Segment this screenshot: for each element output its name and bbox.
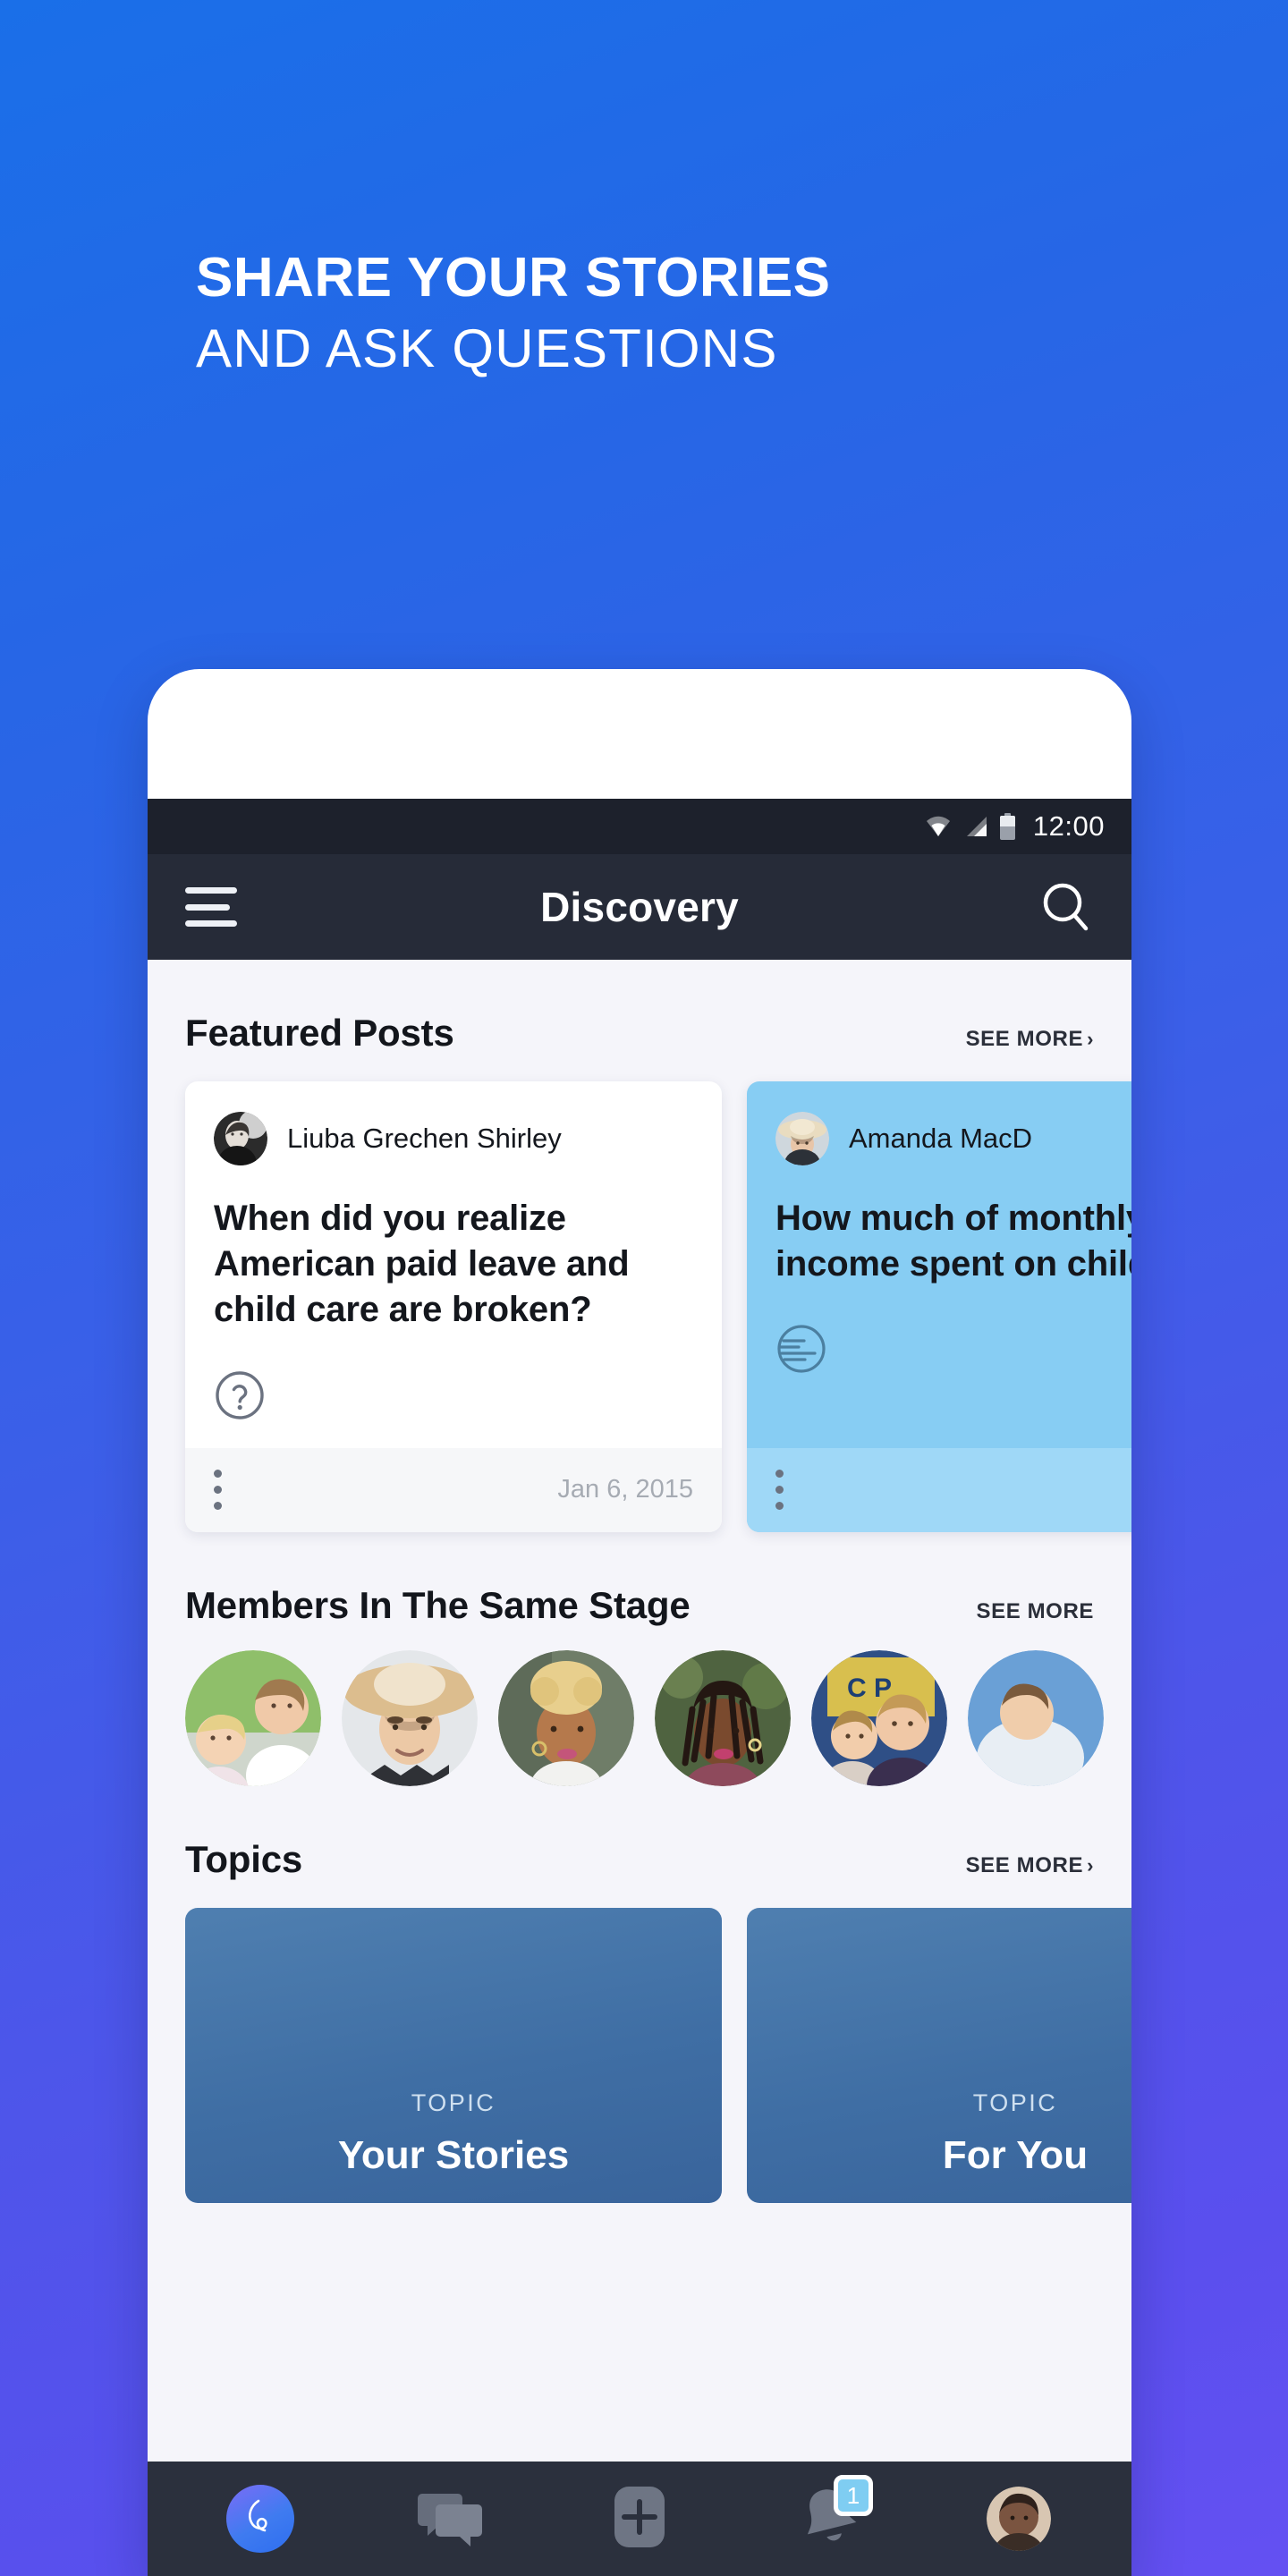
phone-mockup: 12:00 Discovery Featured Posts SEE MORE › (148, 669, 1131, 2576)
status-bar-icons (925, 813, 1015, 840)
app-logo-icon (226, 2485, 294, 2553)
see-more-topics-label: SEE MORE (965, 1852, 1084, 1877)
notification-badge: 1 (834, 2475, 873, 2516)
featured-post-body: Amanda MacD How much of monthly income s… (747, 1081, 1131, 1421)
cellular-signal-icon (963, 815, 988, 838)
avatar (214, 1112, 267, 1165)
nav-item-profile[interactable] (970, 2470, 1068, 2568)
topics-carousel[interactable]: TOPIC Your Stories TOPIC For You (148, 1881, 1131, 2203)
featured-post-footer: Jan 6, 2015 (185, 1447, 722, 1532)
see-more-members[interactable]: SEE MORE (977, 1599, 1095, 1624)
featured-post-author-name: Liuba Grechen Shirley (287, 1123, 562, 1154)
see-more-topics[interactable]: SEE MORE › (966, 1853, 1094, 1878)
see-more-featured-label: SEE MORE (965, 1027, 1084, 1051)
nav-item-home[interactable] (211, 2470, 309, 2568)
section-header-members: Members In The Same Stage SEE MORE (148, 1584, 1131, 1627)
member-avatar[interactable] (498, 1649, 634, 1786)
section-title-members: Members In The Same Stage (185, 1583, 691, 1626)
kebab-menu-icon[interactable] (775, 1470, 784, 1511)
section-header-topics: Topics SEE MORE › (148, 1838, 1131, 1881)
battery-icon (999, 813, 1015, 840)
featured-post-author-row: Liuba Grechen Shirley (214, 1112, 693, 1165)
featured-post-card[interactable]: Amanda MacD How much of monthly income s… (747, 1081, 1131, 1532)
plus-square-icon (612, 2484, 667, 2555)
bottom-navigation-bar: 1 (148, 2462, 1131, 2576)
featured-post-question: When did you realize American paid leave… (214, 1199, 630, 1330)
featured-post-question: How much of monthly income spent on chil… (775, 1199, 1131, 1284)
kebab-menu-icon[interactable] (214, 1470, 222, 1511)
topic-kicker: TOPIC (972, 2089, 1058, 2116)
chat-bubbles-icon (417, 2487, 483, 2552)
see-more-members-label: SEE MORE (976, 1598, 1094, 1623)
section-title-topics: Topics (185, 1837, 303, 1880)
featured-posts-carousel[interactable]: Liuba Grechen Shirley When did you reali… (148, 1055, 1131, 1532)
see-more-featured[interactable]: SEE MORE › (966, 1027, 1094, 1052)
member-avatar[interactable] (342, 1649, 478, 1786)
phone-screen: 12:00 Discovery Featured Posts SEE MORE › (148, 799, 1131, 2576)
topic-card[interactable]: TOPIC Your Stories (185, 1907, 722, 2203)
featured-post-body: Liuba Grechen Shirley When did you reali… (185, 1081, 722, 1421)
featured-post-footer (747, 1447, 1131, 1532)
nav-item-create[interactable] (590, 2470, 689, 2568)
promo-headline-secondary: AND ASK QUESTIONS (196, 318, 778, 378)
search-icon[interactable] (1038, 879, 1094, 935)
chevron-right-icon: › (1087, 1028, 1094, 1050)
question-circle-icon (214, 1369, 266, 1421)
status-bar: 12:00 (148, 799, 1131, 854)
topic-name: Your Stories (337, 2132, 570, 2177)
hamburger-menu-icon[interactable] (185, 887, 237, 927)
topic-name: For You (942, 2132, 1089, 2177)
featured-post-author-name: Amanda MacD (849, 1123, 1033, 1154)
page-title: Discovery (540, 884, 739, 930)
featured-post-date: Jan 6, 2015 (557, 1475, 693, 1504)
topic-card[interactable]: TOPIC For You (747, 1907, 1131, 2203)
member-avatar[interactable]: C P (811, 1649, 947, 1786)
member-avatar[interactable] (968, 1649, 1104, 1786)
status-bar-time: 12:00 (1032, 810, 1105, 842)
nav-item-messages[interactable] (401, 2470, 499, 2568)
app-bar: Discovery (148, 854, 1131, 960)
section-title-featured: Featured Posts (185, 1012, 454, 1054)
poll-circle-icon (775, 1323, 827, 1375)
profile-avatar-icon (987, 2487, 1051, 2551)
featured-post-card[interactable]: Liuba Grechen Shirley When did you reali… (185, 1081, 722, 1532)
promo-headline-primary: SHARE YOUR STORIES (196, 247, 831, 309)
topic-kicker: TOPIC (411, 2089, 496, 2116)
promo-headline: SHARE YOUR STORIES AND ASK QUESTIONS (196, 250, 1090, 376)
nav-item-notifications[interactable]: 1 (780, 2470, 878, 2568)
member-avatar[interactable] (185, 1649, 321, 1786)
chevron-right-icon: › (1087, 1853, 1094, 1877)
section-header-featured: Featured Posts SEE MORE › (148, 1012, 1131, 1055)
avatar (775, 1112, 829, 1165)
wifi-icon (925, 815, 952, 838)
svg-text:C P: C P (847, 1674, 892, 1703)
members-carousel[interactable]: C P (148, 1627, 1131, 1786)
member-avatar[interactable] (655, 1649, 791, 1786)
featured-post-author-row: Amanda MacD (775, 1112, 1131, 1165)
